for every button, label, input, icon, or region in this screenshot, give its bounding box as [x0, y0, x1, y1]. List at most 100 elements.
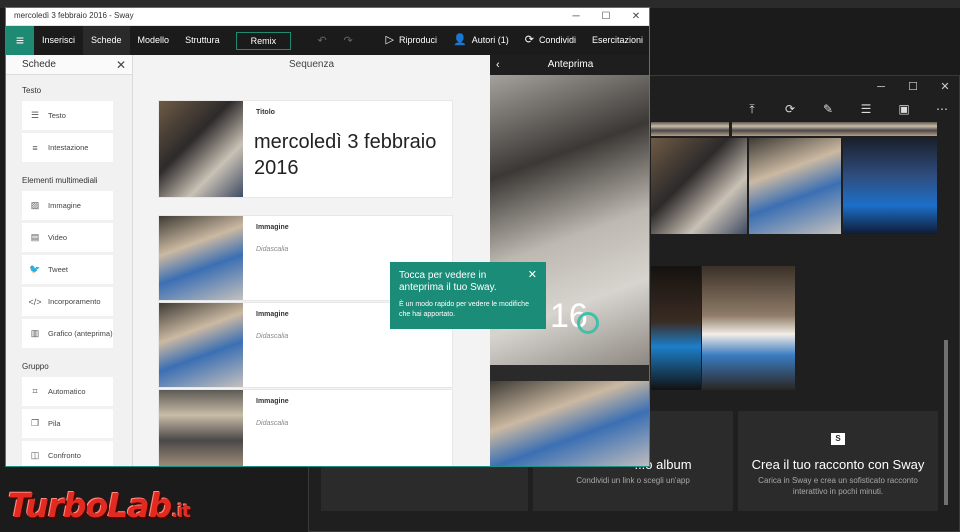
card-embed[interactable]: </> Incorporamento [22, 287, 113, 316]
upload-icon[interactable]: ⤒ [733, 102, 771, 117]
close-icon[interactable]: ✕ [528, 268, 537, 281]
sway-story-tile[interactable]: S Crea il tuo racconto con Sway Carica i… [738, 411, 938, 511]
maximize-icon[interactable]: ☐ [591, 8, 621, 26]
card-type-label: Immagine [256, 398, 289, 405]
minimize-icon[interactable]: ─ [865, 76, 897, 98]
card-compare[interactable]: ◫ Confronto [22, 441, 113, 466]
group-heading: Gruppo [22, 362, 49, 371]
image-icon: ▨ [30, 200, 40, 210]
caption-field[interactable]: Didascalia [256, 246, 288, 253]
auto-group-icon: ⌗ [32, 386, 38, 396]
sway-window: mercoledì 3 febbraio 2016 - Sway ─ ☐ ✕ ≡… [5, 7, 650, 467]
card-thumbnail [159, 101, 243, 197]
card-label: Confronto [48, 451, 81, 460]
photo-thumb[interactable] [651, 138, 747, 234]
share-button[interactable]: ⟳ Condividi [517, 26, 584, 55]
minimize-icon[interactable]: ─ [561, 8, 591, 26]
card-stack[interactable]: ❐ Pila [22, 409, 113, 438]
share-label: Condividi [538, 35, 576, 45]
chevron-left-icon[interactable]: ‹ [496, 55, 500, 75]
tutorials-button[interactable]: Esercitazioni [584, 26, 649, 55]
text-lines-icon: ☰ [30, 110, 40, 120]
code-brackets-icon: </> [28, 296, 42, 307]
card-label: Immagine [48, 201, 81, 210]
hamburger-menu-icon[interactable]: ≡ [6, 26, 34, 55]
preview-panel[interactable]: ‹ Anteprima 16 [490, 55, 649, 466]
title-text[interactable]: mercoledì 3 febbraio 2016 [254, 129, 444, 181]
card-thumbnail [159, 390, 243, 466]
watermark-brand: TurboLab [8, 486, 172, 525]
card-thumbnail [159, 216, 243, 300]
share-icon[interactable]: ⟳ [771, 102, 809, 116]
photo-thumb[interactable] [749, 138, 841, 234]
photos-command-bar: ⤒ ⟳ ✎ ☰ ▣ ⋯ [649, 98, 960, 120]
sway-logo-icon: S [831, 433, 845, 445]
title-card[interactable]: Titolo mercoledì 3 febbraio 2016 [159, 101, 452, 197]
heading-icon: ≡ [32, 142, 38, 153]
image-card[interactable]: Immagine Didascalia [159, 390, 452, 466]
stack-icon: ❐ [30, 418, 40, 428]
watermark-tld: .it [171, 501, 191, 522]
cards-panel-title: Schede [22, 59, 56, 70]
video-icon: ▤ [30, 232, 40, 242]
card-label: Grafico (anteprima) [48, 329, 113, 338]
cards-panel-header: Schede ✕ [6, 55, 132, 75]
storyline-panel: Sequenza Titolo mercoledì 3 febbraio 201… [133, 55, 490, 466]
pencil-icon[interactable]: ✎ [809, 102, 847, 116]
sway-story-title: Crea il tuo racconto con Sway [751, 457, 925, 472]
photo-thumb[interactable] [843, 138, 937, 234]
caption-field[interactable]: Didascalia [256, 333, 288, 340]
maximize-icon[interactable]: ☐ [897, 76, 929, 98]
slideshow-icon[interactable]: ▣ [885, 102, 923, 116]
tooltip-title: Tocca per vedere in anteprima il tuo Swa… [399, 270, 497, 293]
card-label: Automatico [48, 387, 86, 396]
photo-thumb[interactable] [702, 266, 795, 390]
scrollbar-thumb[interactable] [944, 340, 948, 505]
tab-cards[interactable]: Schede [83, 26, 130, 55]
ribbon: ≡ Inserisci Schede Modello Struttura Rem… [6, 26, 649, 55]
group-heading: Testo [22, 86, 42, 95]
remix-button[interactable]: Remix [235, 31, 292, 50]
sway-titlebar: mercoledì 3 febbraio 2016 - Sway ─ ☐ ✕ [6, 8, 649, 26]
share-icon: ⟳ [524, 34, 534, 46]
close-icon[interactable]: ✕ [929, 76, 960, 98]
close-icon[interactable]: ✕ [116, 55, 126, 75]
tab-layout[interactable]: Struttura [177, 26, 228, 55]
play-button[interactable]: ▷ Riproduci [378, 26, 446, 55]
photo-thumb[interactable] [732, 122, 937, 136]
window-controls: ─ ☐ ✕ [561, 8, 649, 26]
card-tweet[interactable]: 🐦 Tweet [22, 255, 113, 284]
card-type-label: Immagine [256, 224, 289, 231]
redo-icon[interactable]: ↷ [335, 34, 361, 47]
card-heading[interactable]: ≡ Intestazione [22, 133, 113, 162]
photo-thumb[interactable] [651, 266, 701, 390]
compare-icon: ◫ [30, 450, 40, 460]
card-label: Tweet [48, 265, 69, 274]
photos-titlebar-controls: ─ ☐ ✕ [649, 76, 960, 98]
group-heading: Elementi multimediali [22, 176, 98, 185]
select-list-icon[interactable]: ☰ [847, 102, 885, 116]
card-video[interactable]: ▤ Video [22, 223, 113, 252]
touch-ring-icon [577, 312, 599, 334]
card-text[interactable]: ☰ Testo [22, 101, 113, 130]
play-label: Riproduci [398, 35, 437, 45]
card-chart[interactable]: ▥ Grafico (anteprima) [22, 319, 113, 348]
preview-header: ‹ Anteprima [490, 55, 649, 75]
card-label: Incorporamento [48, 297, 101, 306]
card-type-label: Titolo [256, 109, 275, 116]
photo-thumb[interactable] [651, 122, 729, 136]
authors-label: Autori (1) [471, 35, 509, 45]
card-image[interactable]: ▨ Immagine [22, 191, 113, 220]
chart-icon: ▥ [30, 328, 40, 338]
authors-button[interactable]: 👤 Autori (1) [445, 26, 517, 55]
card-automatic[interactable]: ⌗ Automatico [22, 377, 113, 406]
undo-icon[interactable]: ↶ [309, 34, 335, 47]
tab-insert[interactable]: Inserisci [34, 26, 83, 55]
watermark-logo: TurboLab.it [8, 486, 191, 526]
close-icon[interactable]: ✕ [621, 8, 649, 26]
more-icon[interactable]: ⋯ [923, 102, 960, 116]
card-label: Intestazione [48, 143, 89, 152]
twitter-bird-icon: 🐦 [29, 264, 41, 274]
tab-design[interactable]: Modello [130, 26, 178, 55]
caption-field[interactable]: Didascalia [256, 420, 288, 427]
